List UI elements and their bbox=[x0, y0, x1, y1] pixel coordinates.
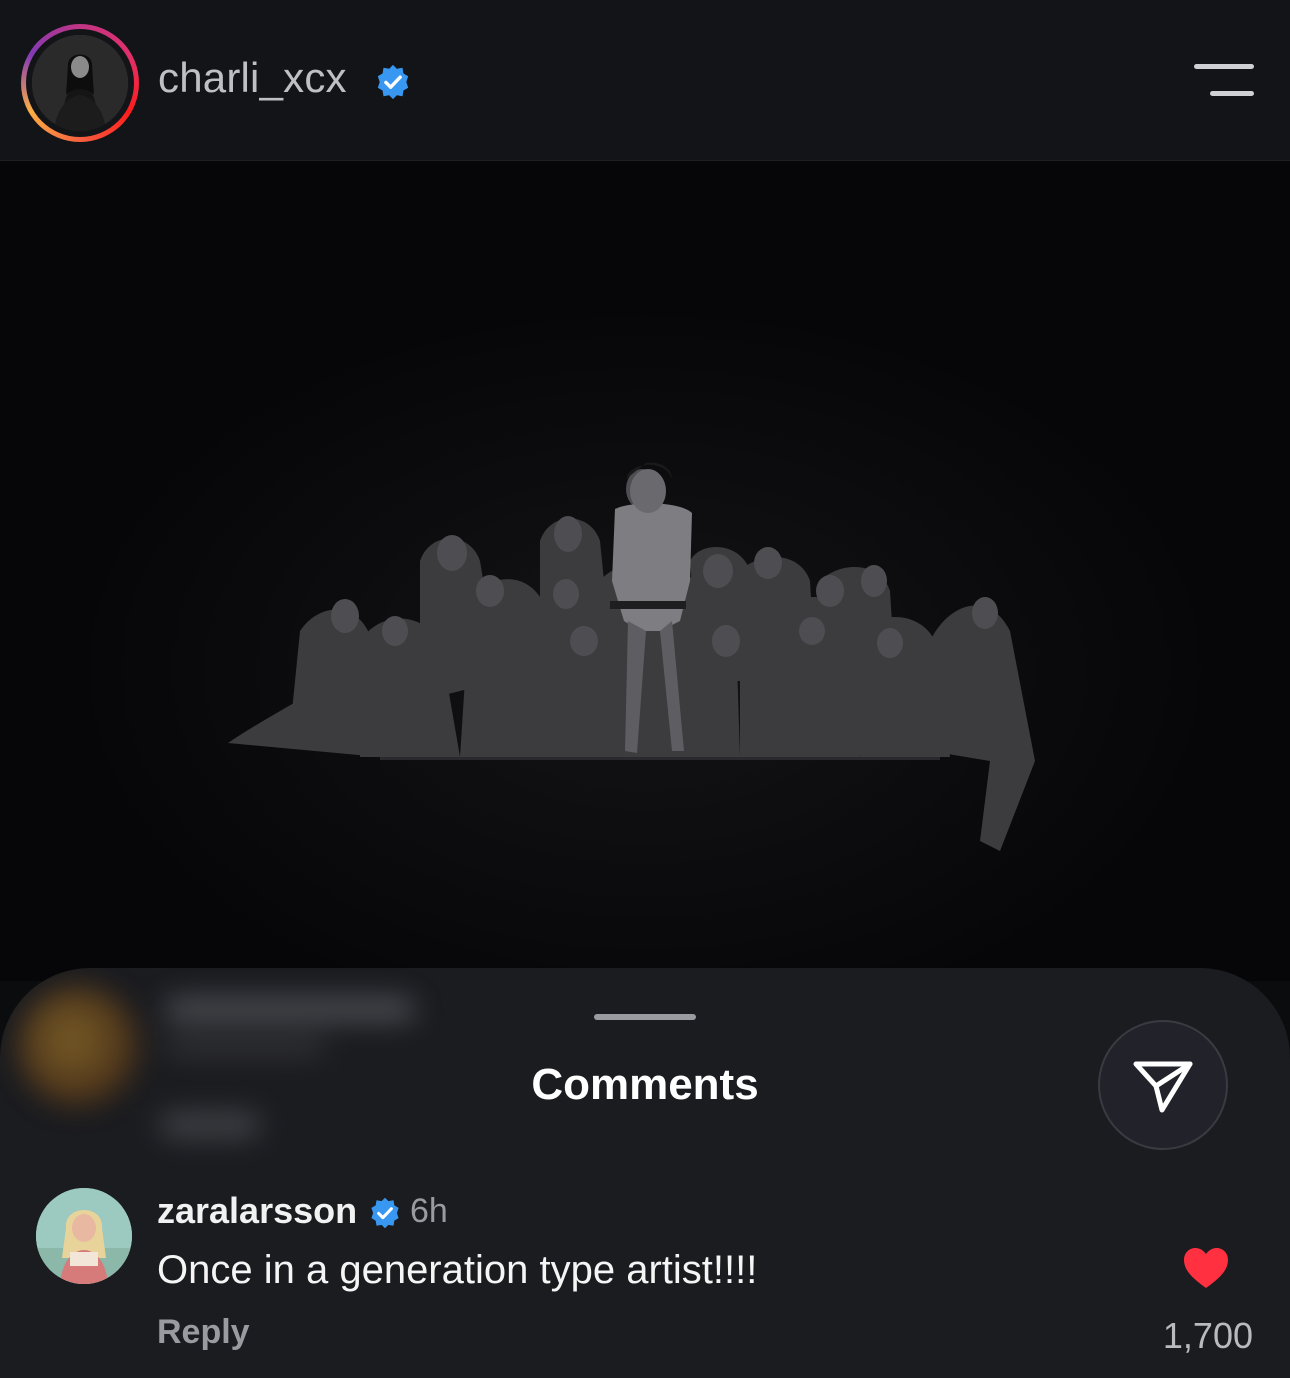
commenter-avatar[interactable] bbox=[36, 1188, 132, 1284]
verified-badge-icon bbox=[377, 64, 409, 100]
like-count: 1,700 bbox=[1162, 1315, 1253, 1356]
post-header: charli_xcx bbox=[0, 0, 1290, 161]
comments-sheet: Comments zaralarsson 6h Once in a genera… bbox=[0, 968, 1290, 1378]
comment-text: Once in a generation type artist!!!! bbox=[157, 1248, 758, 1292]
share-button[interactable] bbox=[1098, 1020, 1228, 1150]
profile-avatar[interactable] bbox=[21, 24, 139, 142]
avatar-image bbox=[32, 35, 128, 131]
post-image[interactable] bbox=[0, 161, 1290, 981]
menu-icon[interactable] bbox=[1194, 64, 1254, 98]
verified-badge-icon bbox=[371, 1197, 399, 1229]
heart-icon[interactable] bbox=[1182, 1246, 1230, 1290]
page: charli_xcx Comments zaralarsson 6h Once … bbox=[0, 0, 1290, 1378]
send-icon bbox=[1133, 1061, 1193, 1113]
reply-button[interactable]: Reply bbox=[157, 1313, 250, 1352]
username[interactable]: charli_xcx bbox=[158, 54, 347, 102]
comment-timestamp: 6h bbox=[410, 1192, 448, 1230]
commenter-username[interactable]: zaralarsson bbox=[157, 1190, 357, 1232]
sheet-title: Comments bbox=[531, 1060, 759, 1109]
sheet-grabber[interactable] bbox=[594, 1014, 696, 1020]
